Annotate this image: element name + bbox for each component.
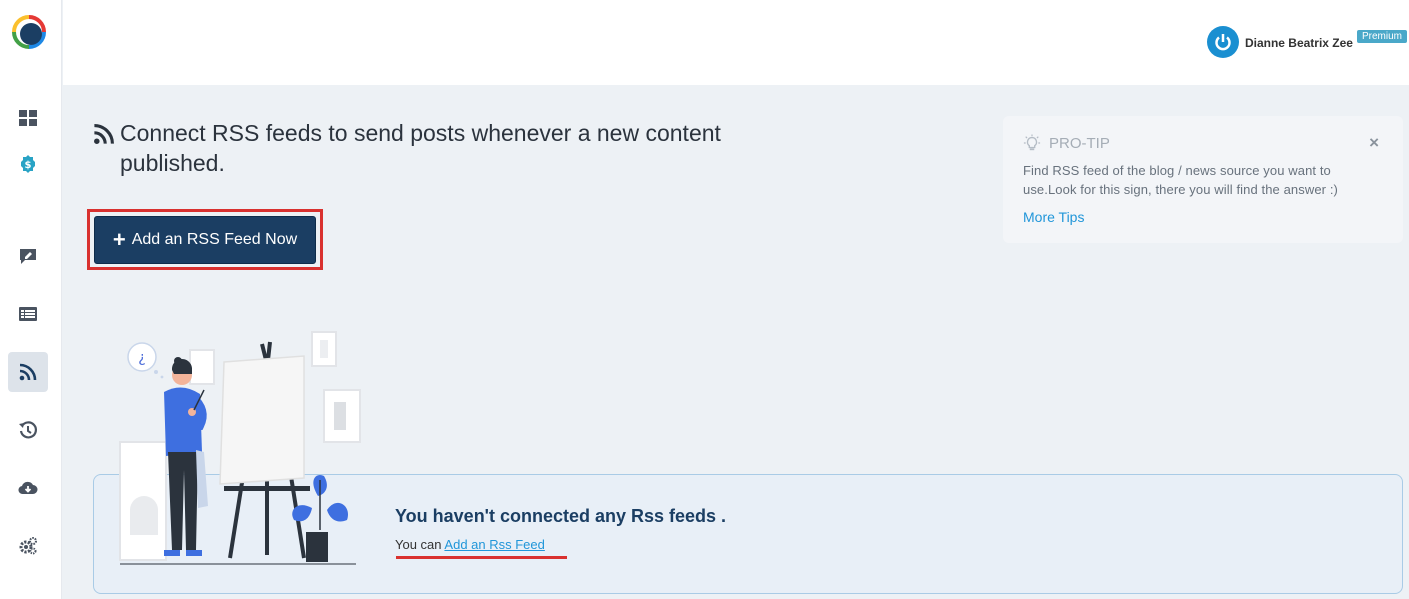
sidebar-item-compose[interactable] [8, 236, 48, 276]
history-icon [19, 421, 38, 439]
add-rss-feed-link[interactable]: Add an Rss Feed [444, 537, 544, 552]
sidebar: $ [0, 0, 62, 599]
dollar-icon: $ [21, 155, 35, 173]
top-header: Dianne Beatrix Zee Premium [63, 0, 1409, 85]
lightbulb-icon [1023, 134, 1041, 151]
svg-text:$: $ [25, 160, 32, 171]
plus-icon: + [112, 227, 126, 252]
settings-icon [19, 537, 37, 555]
rss-icon [19, 363, 37, 381]
more-tips-link[interactable]: More Tips [1023, 209, 1383, 225]
empty-state-subtitle: You can Add an Rss Feed [395, 537, 545, 552]
sidebar-item-rss[interactable] [8, 352, 48, 392]
page-heading: Connect RSS feeds to send posts whenever… [120, 120, 721, 176]
add-rss-feed-label: Add an RSS Feed Now [131, 231, 298, 248]
sidebar-item-import[interactable] [8, 468, 48, 508]
empty-state-illustration: ¿ [119, 331, 361, 565]
sidebar-item-settings[interactable] [8, 526, 48, 566]
svg-text:¿: ¿ [138, 350, 145, 366]
power-icon [1206, 26, 1239, 58]
page-title: Connect RSS feeds to send posts whenever… [92, 118, 812, 178]
compose-icon [20, 249, 36, 264]
sidebar-item-history[interactable] [8, 410, 48, 450]
dashboard-icon [19, 110, 37, 126]
pro-tip-card: PRO-TIP × Find RSS feed of the blog / ne… [1003, 116, 1403, 243]
user-menu[interactable]: Dianne Beatrix Zee Premium [1206, 26, 1409, 58]
app-logo[interactable] [11, 14, 47, 50]
rss-icon [94, 124, 114, 144]
sidebar-item-posts[interactable] [8, 294, 48, 334]
cloud-download-icon [18, 481, 38, 495]
premium-badge: Premium [1356, 29, 1407, 43]
empty-state-prefix: You can [395, 537, 442, 552]
list-icon [19, 307, 37, 321]
sidebar-item-billing[interactable]: $ [8, 144, 48, 184]
add-rss-feed-button[interactable]: + Add an RSS Feed Now [94, 216, 316, 264]
pro-tip-text: Find RSS feed of the blog / news source … [1023, 163, 1338, 197]
pro-tip-heading: PRO-TIP [1049, 134, 1110, 152]
sidebar-item-dashboard[interactable] [8, 98, 48, 138]
close-icon[interactable]: × [1369, 133, 1379, 153]
empty-state-title: You haven't connected any Rss feeds . [395, 506, 727, 526]
link-highlight-underline [396, 556, 567, 559]
user-name: Dianne Beatrix Zee [1244, 36, 1353, 50]
